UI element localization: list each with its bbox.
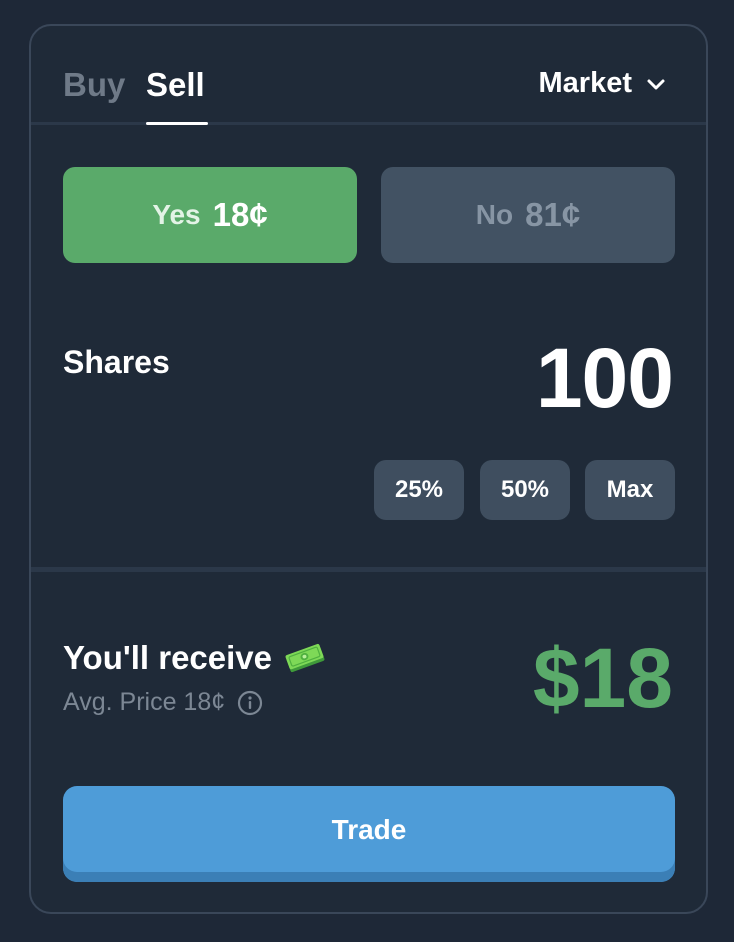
section-divider [31,567,706,572]
yes-price: 18¢ [212,196,268,233]
trade-panel: Buy Sell Market Yes 18¢ No 81¢ Shares 10… [29,24,708,914]
yes-label: Yes [152,199,201,230]
tab-buy[interactable]: Buy [63,68,125,101]
quick-50-percent-button[interactable]: 50% [480,460,570,520]
money-icon [285,643,325,673]
avg-price-row: Avg. Price 18¢ [63,688,263,717]
avg-price-text: Avg. Price 18¢ [63,688,226,716]
quick-25-percent-button[interactable]: 25% [374,460,464,520]
quick-max-button[interactable]: Max [585,460,675,520]
trade-button-label: Trade [331,814,407,845]
info-icon[interactable] [237,690,263,716]
shares-input[interactable]: 100 [536,336,674,420]
no-outcome-button[interactable]: No 81¢ [381,167,675,263]
trade-button[interactable]: Trade [63,786,675,882]
no-price: 81¢ [525,196,581,233]
receive-heading: You'll receive [63,639,326,677]
shares-label: Shares [63,344,170,380]
receive-amount: $18 [532,631,673,725]
yes-outcome-button[interactable]: Yes 18¢ [63,167,357,263]
chevron-down-icon [647,79,665,89]
tab-sell[interactable]: Sell [146,68,205,101]
active-tab-indicator [146,122,208,125]
receive-label: You'll receive [63,639,273,676]
order-type-dropdown[interactable]: Market [539,67,667,100]
tabs-header: Buy Sell Market [31,26,706,125]
no-label: No [475,199,514,230]
order-type-label: Market [538,67,633,99]
